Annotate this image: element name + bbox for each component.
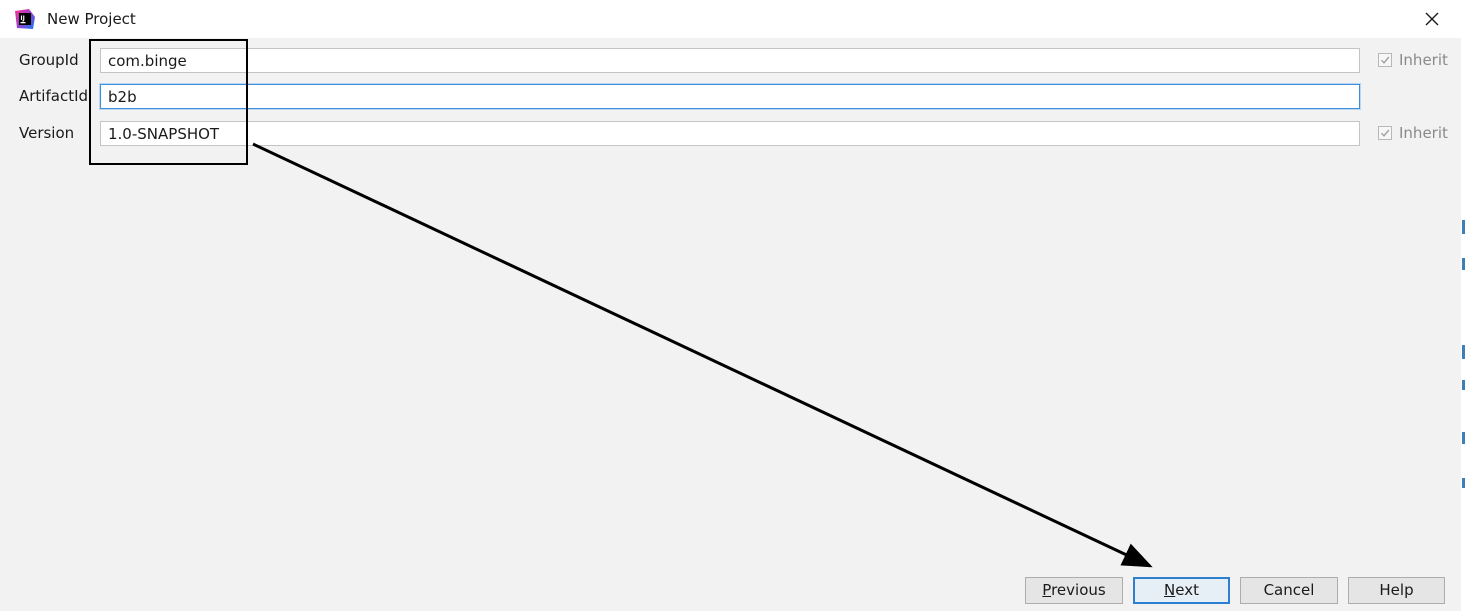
- group-id-label: GroupId: [19, 51, 79, 69]
- version-inherit-checkbox[interactable]: [1378, 126, 1392, 140]
- background-window-edge: [1461, 0, 1465, 611]
- checkmark-icon: [1380, 129, 1390, 137]
- group-id-field[interactable]: [100, 48, 1360, 73]
- help-button[interactable]: Help: [1348, 577, 1445, 604]
- version-inherit-label: Inherit: [1399, 124, 1448, 142]
- previous-mnemonic: P: [1042, 581, 1052, 599]
- artifact-id-field[interactable]: [100, 84, 1360, 109]
- checkmark-icon: [1380, 56, 1390, 64]
- svg-text:IJ: IJ: [20, 15, 24, 22]
- previous-button[interactable]: Previous: [1025, 577, 1123, 604]
- intellij-idea-icon: IJ: [15, 9, 35, 29]
- next-label: ext: [1175, 581, 1199, 599]
- next-mnemonic: N: [1164, 581, 1176, 599]
- window-title: New Project: [47, 10, 136, 28]
- group-id-inherit-checkbox[interactable]: [1378, 53, 1392, 67]
- version-field[interactable]: [100, 121, 1360, 146]
- cancel-button[interactable]: Cancel: [1240, 577, 1338, 604]
- artifact-id-label: ArtifactId: [19, 87, 89, 105]
- group-id-inherit-label: Inherit: [1399, 51, 1448, 69]
- title-bar: IJ New Project: [0, 0, 1461, 38]
- next-button[interactable]: Next: [1133, 577, 1230, 604]
- version-label: Version: [19, 124, 75, 142]
- new-project-dialog: IJ New Project GroupId Inherit ArtifactI…: [0, 0, 1462, 611]
- close-icon[interactable]: [1419, 6, 1445, 32]
- previous-label: revious: [1051, 581, 1106, 599]
